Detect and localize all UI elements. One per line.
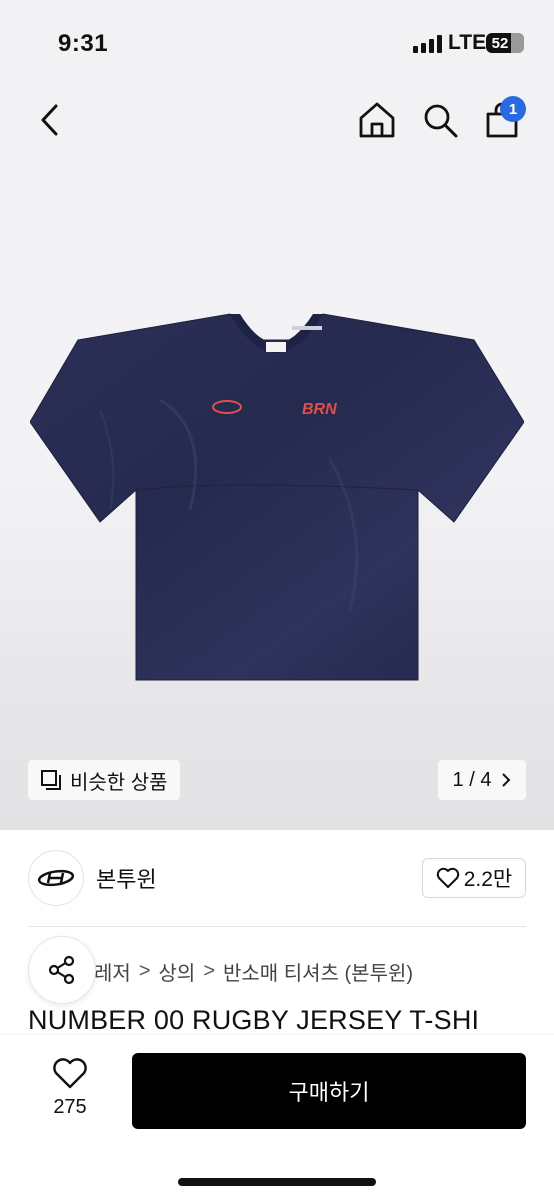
heart-icon — [436, 867, 459, 888]
heart-icon — [53, 1058, 87, 1089]
brand-row[interactable]: 본투윈 2.2만 — [28, 850, 526, 906]
chevron-right-icon — [502, 773, 511, 787]
back-button[interactable] — [30, 100, 70, 140]
breadcrumb-item-1[interactable]: 레저 — [94, 957, 131, 986]
home-button[interactable] — [356, 100, 398, 140]
share-icon — [48, 955, 75, 985]
similar-items-icon — [41, 770, 61, 790]
similar-products-button[interactable]: 비슷한 상품 — [28, 760, 180, 800]
network-label: LTE — [448, 31, 487, 54]
home-icon — [359, 102, 395, 138]
product-title: NUMBER 00 RUGBY JERSEY T-SHI — [28, 1005, 480, 1035]
battery-level: 52 — [491, 34, 509, 52]
search-button[interactable] — [420, 100, 460, 140]
share-button[interactable] — [28, 936, 96, 1004]
battery-icon: 52 — [486, 33, 524, 53]
buy-button[interactable]: 구매하기 — [132, 1053, 526, 1129]
product-photo[interactable]: BRN — [30, 310, 524, 682]
search-icon — [424, 104, 458, 138]
brand-like-count: 2.2만 — [463, 868, 513, 891]
breadcrumb-separator-icon: > — [203, 960, 215, 982]
breadcrumb-item-3[interactable]: 반소매 티셔츠 (본투윈) — [223, 957, 413, 986]
breadcrumb-separator-icon: > — [138, 960, 151, 982]
page-indicator: 1 / 4 — [452, 768, 492, 791]
status-time: 9:31 — [58, 30, 109, 57]
wishlist-button[interactable]: 275 — [40, 1058, 100, 1119]
breadcrumb: 레저 > 상의 > 반소매 티셔츠 (본투윈) — [94, 957, 413, 986]
brand-like-button[interactable]: 2.2만 — [422, 858, 526, 898]
chest-logo-text: BRN — [302, 401, 337, 418]
signal-icon — [413, 35, 442, 53]
brand-name[interactable]: 본투윈 — [96, 862, 157, 894]
brand-logo-icon — [37, 869, 75, 887]
status-bar: 9:31 LTE 52 — [0, 0, 554, 80]
home-indicator[interactable] — [178, 1178, 376, 1186]
cart-count-badge: 1 — [500, 96, 526, 122]
divider — [28, 926, 526, 927]
similar-products-label: 비슷한 상품 — [70, 771, 168, 794]
image-pager[interactable]: 1 / 4 — [438, 760, 526, 800]
brand-logo[interactable] — [28, 850, 84, 906]
chevron-left-icon — [41, 104, 58, 136]
wishlist-count: 275 — [53, 1096, 87, 1118]
breadcrumb-item-2[interactable]: 상의 — [159, 957, 196, 986]
